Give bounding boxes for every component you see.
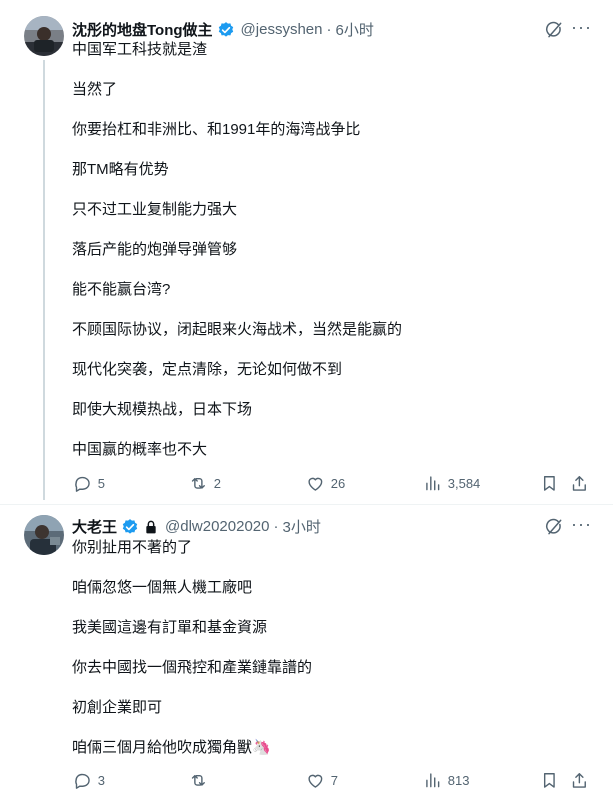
views-button[interactable]: 813 [423, 771, 469, 790]
like-count: 7 [330, 772, 338, 788]
views-count: 813 [447, 772, 470, 788]
share-icon [572, 476, 586, 491]
tweet-paragraph: 初創企業即可 [72, 699, 163, 716]
retweet-icon [191, 477, 205, 489]
tweet-paragraph: 我美國這邊有訂單和基金資源 [72, 619, 268, 636]
grok-icon[interactable] [544, 517, 564, 542]
tweet-paragraph: 咱倆三個月給他吹成獨角獸🦄 [72, 739, 271, 756]
views-icon [426, 773, 440, 788]
bookmark-icon [543, 773, 555, 788]
share-button[interactable] [570, 474, 589, 498]
tweet-paragraph: 你要抬杠和非洲比、和1991年的海湾战争比 [72, 121, 361, 138]
views-icon [426, 476, 440, 491]
tweet-paragraph: 中国赢的概率也不大 [72, 441, 208, 458]
reply-count: 3 [97, 772, 105, 788]
tweet-paragraph: 即使大规模热战，日本下场 [72, 401, 253, 418]
avatar[interactable] [24, 16, 64, 56]
views-count: 3,584 [447, 475, 481, 491]
retweet-button[interactable]: 2 [189, 474, 221, 493]
more-icon[interactable]: ··· [571, 17, 592, 38]
views-button[interactable]: 3,584 [423, 474, 480, 493]
bookmark-button[interactable] [540, 474, 559, 498]
retweet-count: 2 [213, 475, 221, 491]
like-icon [308, 477, 323, 491]
tweet-paragraph: 你别扯用不著的了 [72, 539, 193, 556]
divider [0, 504, 613, 505]
tweet-paragraph: 咱倆忽悠一個無人機工廠吧 [72, 579, 253, 596]
reply-icon [75, 773, 90, 789]
tweet-paragraph: 现代化突袭，定点清除，无论如何做不到 [72, 361, 343, 378]
tweet-paragraph: 当然了 [72, 81, 118, 98]
share-button[interactable] [570, 771, 589, 795]
timestamp[interactable]: 3小时 [283, 516, 321, 537]
reply-count: 5 [97, 475, 105, 491]
author-name[interactable]: 沈彤的地盘Tong做主 [72, 19, 213, 40]
thread-line [43, 60, 45, 500]
lock-icon [146, 520, 156, 533]
separator-dot: · [326, 21, 332, 38]
tweet-paragraph: 那TM略有优势 [72, 161, 169, 178]
verified-badge-icon [122, 518, 138, 534]
tweet-paragraph: 能不能赢台湾? [72, 281, 171, 298]
grok-icon[interactable] [544, 20, 564, 45]
tweet-paragraph: 落后产能的炮弹导弹管够 [72, 241, 238, 258]
retweet-button[interactable] [189, 771, 214, 790]
timestamp[interactable]: 6小时 [335, 19, 373, 40]
retweet-icon [191, 774, 205, 786]
tweet-paragraph: 中国军工科技就是渣 [72, 41, 208, 58]
handle[interactable]: @jessyshen [241, 21, 323, 38]
author-name[interactable]: 大老王 [72, 516, 117, 537]
tweet-paragraph: 你去中國找一個飛控和產業鏈靠譜的 [72, 659, 313, 676]
handle[interactable]: @dlw20202020 [165, 518, 269, 535]
like-button[interactable]: 7 [306, 771, 338, 790]
like-button[interactable]: 26 [306, 474, 345, 493]
bookmark-button[interactable] [540, 771, 559, 795]
reply-icon [75, 476, 90, 492]
separator-dot: · [273, 518, 279, 535]
bookmark-icon [543, 476, 555, 491]
verified-badge-icon [218, 21, 233, 37]
more-icon[interactable]: ··· [571, 514, 592, 535]
tweet-paragraph: 只不过工业复制能力强大 [72, 201, 238, 218]
like-icon [308, 774, 323, 788]
reply-button[interactable]: 3 [73, 771, 105, 790]
like-count: 26 [330, 475, 346, 491]
avatar[interactable] [24, 515, 64, 555]
tweet-paragraph: 不顾国际协议，闭起眼来火海战术，当然是能赢的 [72, 321, 403, 338]
reply-button[interactable]: 5 [73, 474, 105, 493]
share-icon [572, 773, 586, 788]
